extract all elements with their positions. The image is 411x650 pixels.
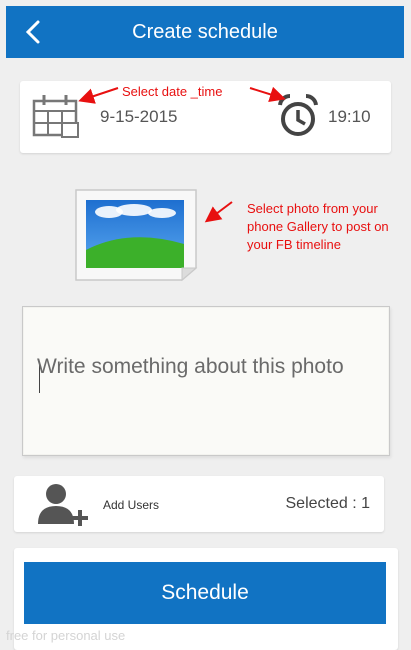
users-card: Add Users Selected : 1 — [14, 476, 384, 532]
annotation-photo: Select photo from your phone Gallery to … — [247, 200, 389, 254]
photo-picker[interactable] — [74, 188, 198, 282]
add-users-label[interactable]: Add Users — [103, 498, 159, 512]
page-title: Create schedule — [132, 21, 278, 43]
watermark: free for personal use — [6, 628, 126, 643]
calendar-icon[interactable] — [32, 93, 84, 139]
annotation-date-time: Select date _time — [122, 84, 223, 99]
schedule-button[interactable]: Schedule — [24, 562, 386, 624]
selected-count: Selected : 1 — [285, 495, 371, 512]
annotation-photo-line: Select photo from your — [247, 201, 378, 216]
alarm-clock-icon[interactable] — [276, 93, 320, 139]
caption-box — [22, 306, 390, 456]
app-header: Create schedule — [6, 6, 404, 58]
date-value[interactable]: 9-15-2015 — [100, 107, 178, 127]
caption-input[interactable] — [37, 353, 367, 443]
image-placeholder-icon — [75, 189, 198, 282]
annotation-photo-line: your FB timeline — [247, 237, 341, 252]
add-user-icon[interactable] — [36, 480, 92, 532]
time-value[interactable]: 19:10 — [328, 107, 371, 127]
annotation-photo-line: phone Gallery to post on — [247, 219, 389, 234]
arrow-to-photo — [204, 201, 233, 223]
